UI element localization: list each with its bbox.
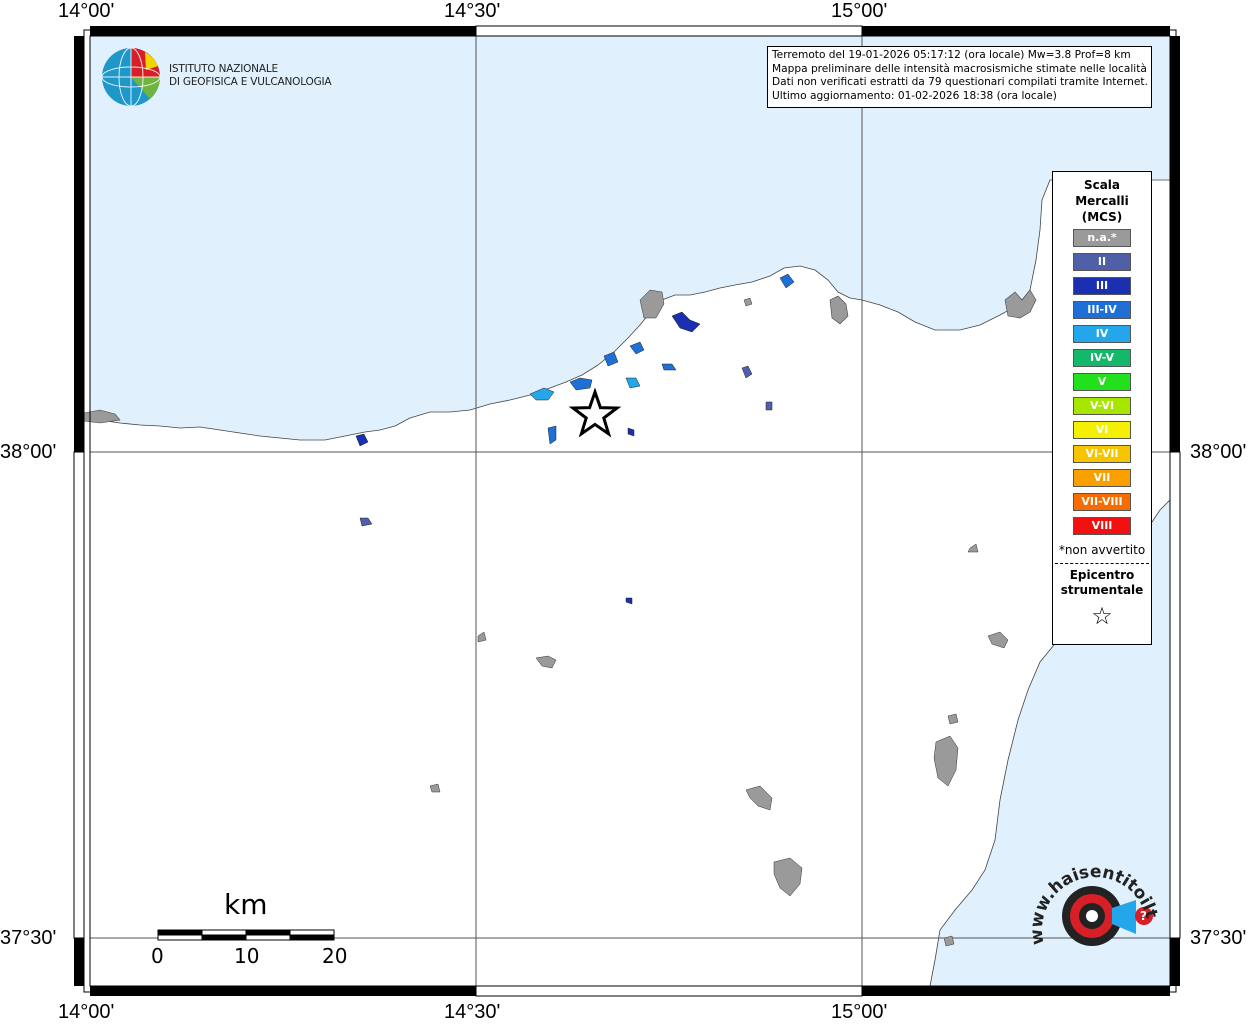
legend-item: IV: [1073, 325, 1131, 343]
lat-label-left-2: 37°30': [0, 927, 57, 949]
ingv-logo-text: ISTITUTO NAZIONALE DI GEOFISICA E VULCAN…: [169, 63, 332, 89]
legend-item: n.a.*: [1073, 229, 1131, 247]
lat-label-right-1: 38°00': [1190, 441, 1247, 463]
legend-item: VI-VII: [1073, 445, 1131, 463]
legend-title-line1: Scala: [1083, 178, 1121, 192]
lon-label-bottom-2: 14°30': [444, 1001, 501, 1023]
legend-title-line2: Mercalli: [1075, 194, 1129, 208]
haisentito-logo-icon: ? www.haisentitoilterremoto.it: [1024, 852, 1161, 946]
scale-bar: [157, 929, 335, 941]
scale-tick-0: 0: [151, 944, 164, 968]
event-info-box: Terremoto del 19-01-2026 05:17:12 (ora l…: [767, 46, 1152, 108]
legend-item: III: [1073, 277, 1131, 295]
lon-label-bottom-3: 15°00': [831, 1001, 888, 1023]
lat-label-right-2: 37°30': [1190, 927, 1247, 949]
legend-note: *non avvertito: [1058, 543, 1146, 557]
scale-tick-10: 10: [234, 944, 260, 968]
legend-item: II: [1073, 253, 1131, 271]
legend-epicenter-line2: strumentale: [1060, 583, 1144, 597]
legend-item: VII-VIII: [1073, 493, 1131, 511]
scale-unit: km: [224, 888, 268, 921]
scale-tick-20: 20: [322, 944, 348, 968]
ingv-logo-icon: [101, 47, 161, 107]
mcs-legend: Scala Mercalli (MCS) n.a.* II III III-IV IV I…: [1052, 171, 1152, 645]
legend-item: VI: [1073, 421, 1131, 439]
ingv-name-line1: ISTITUTO NAZIONALE: [169, 63, 278, 75]
lon-label-top-2: 14°30': [444, 0, 501, 22]
event-info-line2: Mappa preliminare delle intensità macros…: [772, 62, 1147, 75]
event-info-line1: Terremoto del 19-01-2026 05:17:12 (ora l…: [772, 49, 1131, 61]
lat-label-left-1: 38°00': [0, 441, 57, 463]
event-info-line4: Ultimo aggiornamento: 01-02-2026 18:38 (…: [772, 89, 1057, 102]
legend-item: VIII: [1073, 517, 1131, 535]
legend-item: V: [1073, 373, 1131, 391]
legend-item: VII: [1073, 469, 1131, 487]
legend-item: III-IV: [1073, 301, 1131, 319]
lon-label-top-3: 15°00': [831, 0, 888, 22]
lon-label-top-1: 14°00': [58, 0, 115, 22]
legend-epicenter-label: Epicentro strumentale: [1053, 568, 1151, 598]
ingv-name-line2: DI GEOFISICA E VULCANOLOGIA: [169, 76, 332, 88]
event-info-line3: Dati non verificati estratti da 79 quest…: [772, 76, 1148, 89]
legend-divider: [1055, 563, 1149, 564]
lon-label-bottom-1: 14°00': [58, 1001, 115, 1023]
legend-item: V-VI: [1073, 397, 1131, 415]
legend-title-line3: (MCS): [1081, 210, 1123, 224]
legend-epicenter-line1: Epicentro: [1069, 568, 1135, 582]
legend-items: n.a.* II III III-IV IV IV-V V V-VI VI VI-VII VII VI…: [1053, 229, 1151, 535]
star-outline-icon: ☆: [1091, 602, 1113, 630]
legend-item: IV-V: [1073, 349, 1131, 367]
legend-title: Scala Mercalli (MCS): [1053, 177, 1151, 225]
